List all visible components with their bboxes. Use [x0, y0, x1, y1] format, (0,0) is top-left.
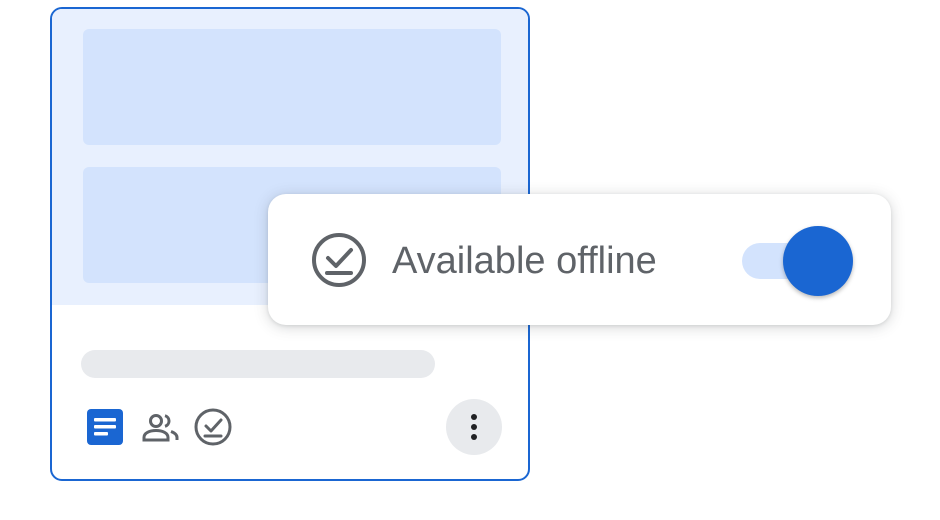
more-vert-icon — [469, 413, 479, 441]
preview-block — [83, 29, 501, 145]
people-icon — [141, 407, 181, 447]
offline-popup: Available offline — [268, 194, 891, 325]
offline-check-icon — [310, 231, 368, 289]
available-offline-toggle[interactable] — [742, 226, 860, 296]
file-status-icons — [85, 407, 233, 447]
google-docs-icon — [85, 407, 125, 447]
file-title-placeholder — [81, 350, 435, 378]
offline-check-icon — [193, 407, 233, 447]
available-offline-label: Available offline — [392, 240, 657, 282]
toggle-thumb — [783, 226, 853, 296]
more-options-button[interactable] — [446, 399, 502, 455]
